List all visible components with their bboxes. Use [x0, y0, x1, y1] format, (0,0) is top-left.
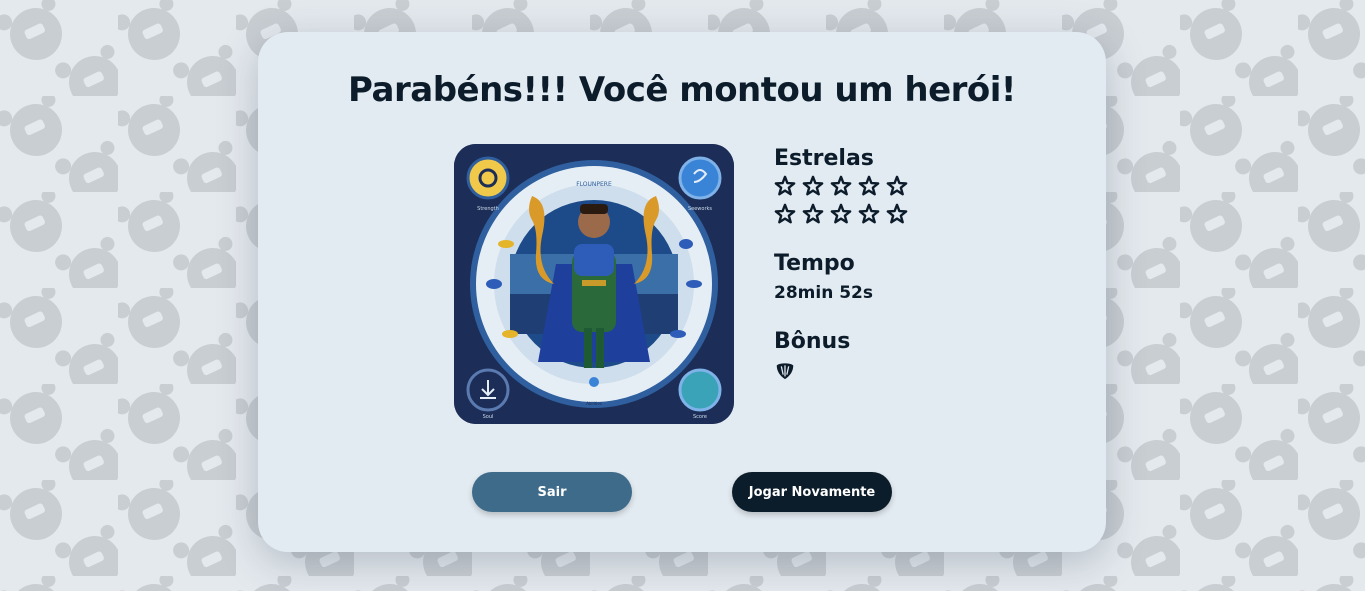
congratulations-modal: Parabéns!!! Você montou um herói! FLOUNP… [258, 32, 1106, 552]
star-icon [774, 175, 796, 197]
stars-label: Estrelas [774, 146, 874, 171]
star-icon [802, 175, 824, 197]
star-icon [802, 203, 824, 225]
bonus-label: Bônus [774, 329, 851, 354]
modal-title: Parabéns!!! Você montou um herói! [348, 70, 1016, 110]
star-icon [858, 203, 880, 225]
star-icon [886, 203, 908, 225]
svg-text:Seeworks: Seeworks [688, 206, 712, 212]
star-icon [774, 203, 796, 225]
exit-button[interactable]: Sair [472, 472, 632, 512]
svg-text:FLOUNPERE: FLOUNPERE [576, 181, 612, 188]
star-icon [830, 175, 852, 197]
bonus-icons [774, 359, 1034, 381]
stars-rating [774, 175, 914, 231]
star-icon [886, 175, 908, 197]
star-icon [830, 203, 852, 225]
svg-text:Strength: Strength [477, 206, 499, 212]
svg-text:Score: Score [693, 414, 707, 420]
svg-text:Abilities: Abilities [586, 401, 602, 406]
time-value: 28min 52s [774, 283, 873, 303]
star-icon [858, 175, 880, 197]
shield-icon [774, 359, 796, 381]
hero-stats: Estrelas Tempo 28min 52s Bônus [774, 146, 1034, 381]
time-label: Tempo [774, 251, 855, 276]
svg-text:Soul: Soul [483, 414, 494, 420]
hero-card-image: FLOUNPERE Strength Seeworks Soul Score A… [454, 144, 734, 424]
play-again-button[interactable]: Jogar Novamente [732, 472, 892, 512]
